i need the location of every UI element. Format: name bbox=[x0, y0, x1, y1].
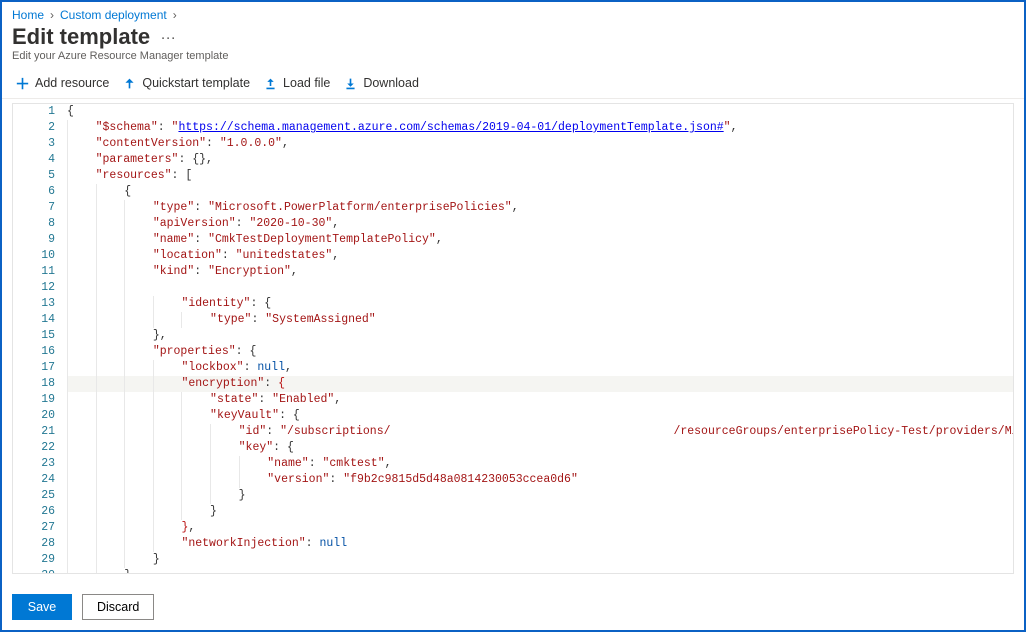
editor-gutter: 1234567891011121314151617181920212223242… bbox=[13, 104, 63, 573]
toolbar-label: Quickstart template bbox=[142, 76, 250, 90]
upload-icon bbox=[264, 77, 277, 90]
toolbar-label: Add resource bbox=[35, 76, 109, 90]
download-icon bbox=[344, 77, 357, 90]
arrow-up-icon bbox=[123, 77, 136, 90]
toolbar-label: Download bbox=[363, 76, 419, 90]
load-file-button[interactable]: Load file bbox=[264, 76, 330, 90]
breadcrumb-custom-deployment[interactable]: Custom deployment bbox=[60, 8, 167, 22]
template-editor[interactable]: 1234567891011121314151617181920212223242… bbox=[12, 103, 1014, 574]
plus-icon bbox=[16, 77, 29, 90]
more-actions-button[interactable]: … bbox=[160, 27, 178, 43]
save-button[interactable]: Save bbox=[12, 594, 72, 620]
toolbar-label: Load file bbox=[283, 76, 330, 90]
breadcrumb-home[interactable]: Home bbox=[12, 8, 44, 22]
breadcrumb-sep-icon: › bbox=[173, 8, 177, 22]
footer: Save Discard bbox=[2, 584, 1024, 630]
quickstart-template-button[interactable]: Quickstart template bbox=[123, 76, 250, 90]
discard-button[interactable]: Discard bbox=[82, 594, 154, 620]
breadcrumb-sep-icon: › bbox=[50, 8, 54, 22]
add-resource-button[interactable]: Add resource bbox=[16, 76, 109, 90]
toolbar: Add resource Quickstart template Load fi… bbox=[2, 70, 1024, 99]
download-button[interactable]: Download bbox=[344, 76, 419, 90]
page-subtitle: Edit your Azure Resource Manager templat… bbox=[2, 50, 1024, 70]
page-title: Edit template bbox=[12, 24, 150, 50]
editor-code[interactable]: { "$schema": "https://schema.management.… bbox=[63, 104, 1013, 573]
breadcrumb: Home › Custom deployment › bbox=[2, 2, 1024, 22]
